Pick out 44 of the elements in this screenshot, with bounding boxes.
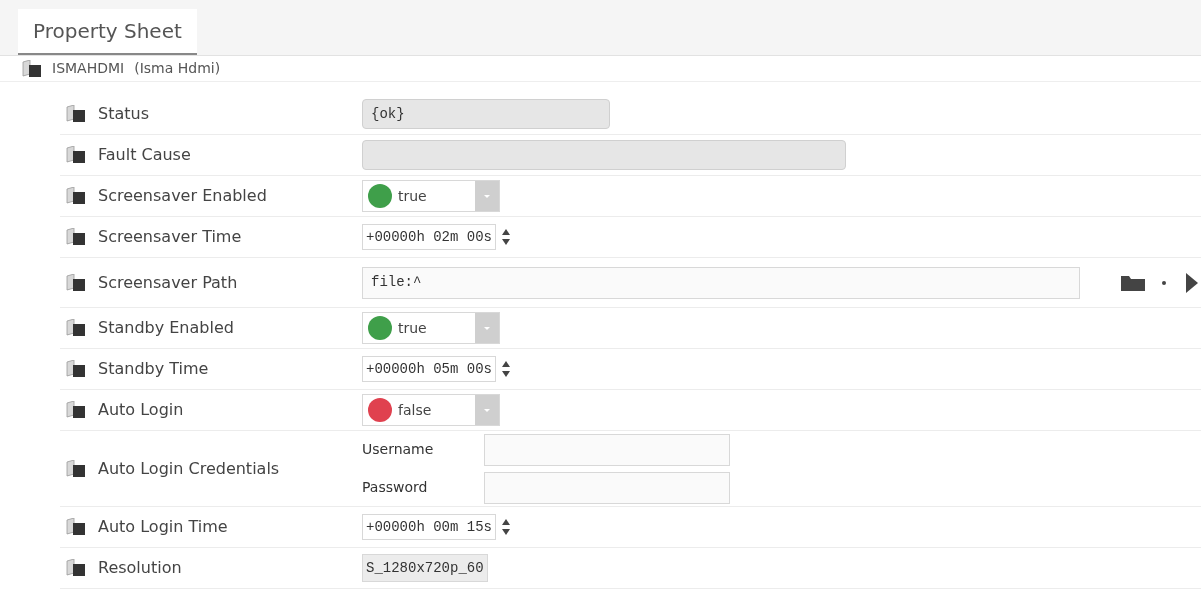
property-sheet-tab[interactable]: Property Sheet [18, 9, 197, 55]
property-label: Screensaver Path [98, 271, 238, 294]
boolean-value: false [398, 400, 433, 420]
property-label: Auto Login Time [98, 516, 228, 538]
component-icon [66, 459, 86, 478]
component-icon [66, 360, 86, 378]
component-icon [22, 59, 42, 78]
component-icon [66, 228, 86, 246]
credential-input[interactable] [484, 433, 730, 466]
readonly-field: {ok} [362, 99, 610, 129]
caret-icon[interactable] [1160, 278, 1168, 287]
boolean-dropdown[interactable]: false [362, 394, 500, 426]
credential-label: Username [362, 440, 435, 459]
credential-label: Password [362, 478, 429, 497]
boolean-dropdown[interactable]: true [362, 180, 500, 212]
property-label: Screensaver Enabled [98, 185, 267, 207]
component-icon [66, 319, 86, 337]
duration-field[interactable]: +00000h 05m 00s [362, 356, 497, 382]
credential-input[interactable] [484, 471, 730, 504]
component-icon [66, 105, 86, 123]
duration-field[interactable]: +00000h 00m 15s [362, 514, 497, 540]
property-label: Auto Login Credentials [98, 457, 280, 480]
component-icon [66, 559, 86, 577]
component-type: (Isma Hdmi) [134, 59, 221, 78]
property-label: Resolution [98, 557, 182, 579]
duration-field[interactable]: +00000h 02m 00s [362, 224, 497, 250]
property-label: Auto Login [98, 399, 184, 421]
property-label: Standby Enabled [98, 317, 234, 339]
boolean-dropdown[interactable]: true [362, 312, 500, 344]
component-icon [66, 146, 86, 164]
component-icon [66, 518, 86, 536]
enum-field[interactable]: S_1280x720p_60 [362, 554, 488, 582]
path-field[interactable]: file:^ [362, 266, 1080, 299]
property-label: Status [98, 103, 149, 125]
play-icon[interactable] [1186, 272, 1198, 293]
component-icon [66, 273, 86, 292]
boolean-value: true [398, 318, 428, 338]
component-name: ISMAHDMI [52, 59, 125, 78]
property-label: Fault Cause [98, 144, 191, 166]
component-icon [66, 401, 86, 419]
property-label: Screensaver Time [98, 226, 242, 248]
property-label: Standby Time [98, 358, 209, 380]
component-icon [66, 187, 86, 205]
boolean-value: true [398, 186, 428, 206]
